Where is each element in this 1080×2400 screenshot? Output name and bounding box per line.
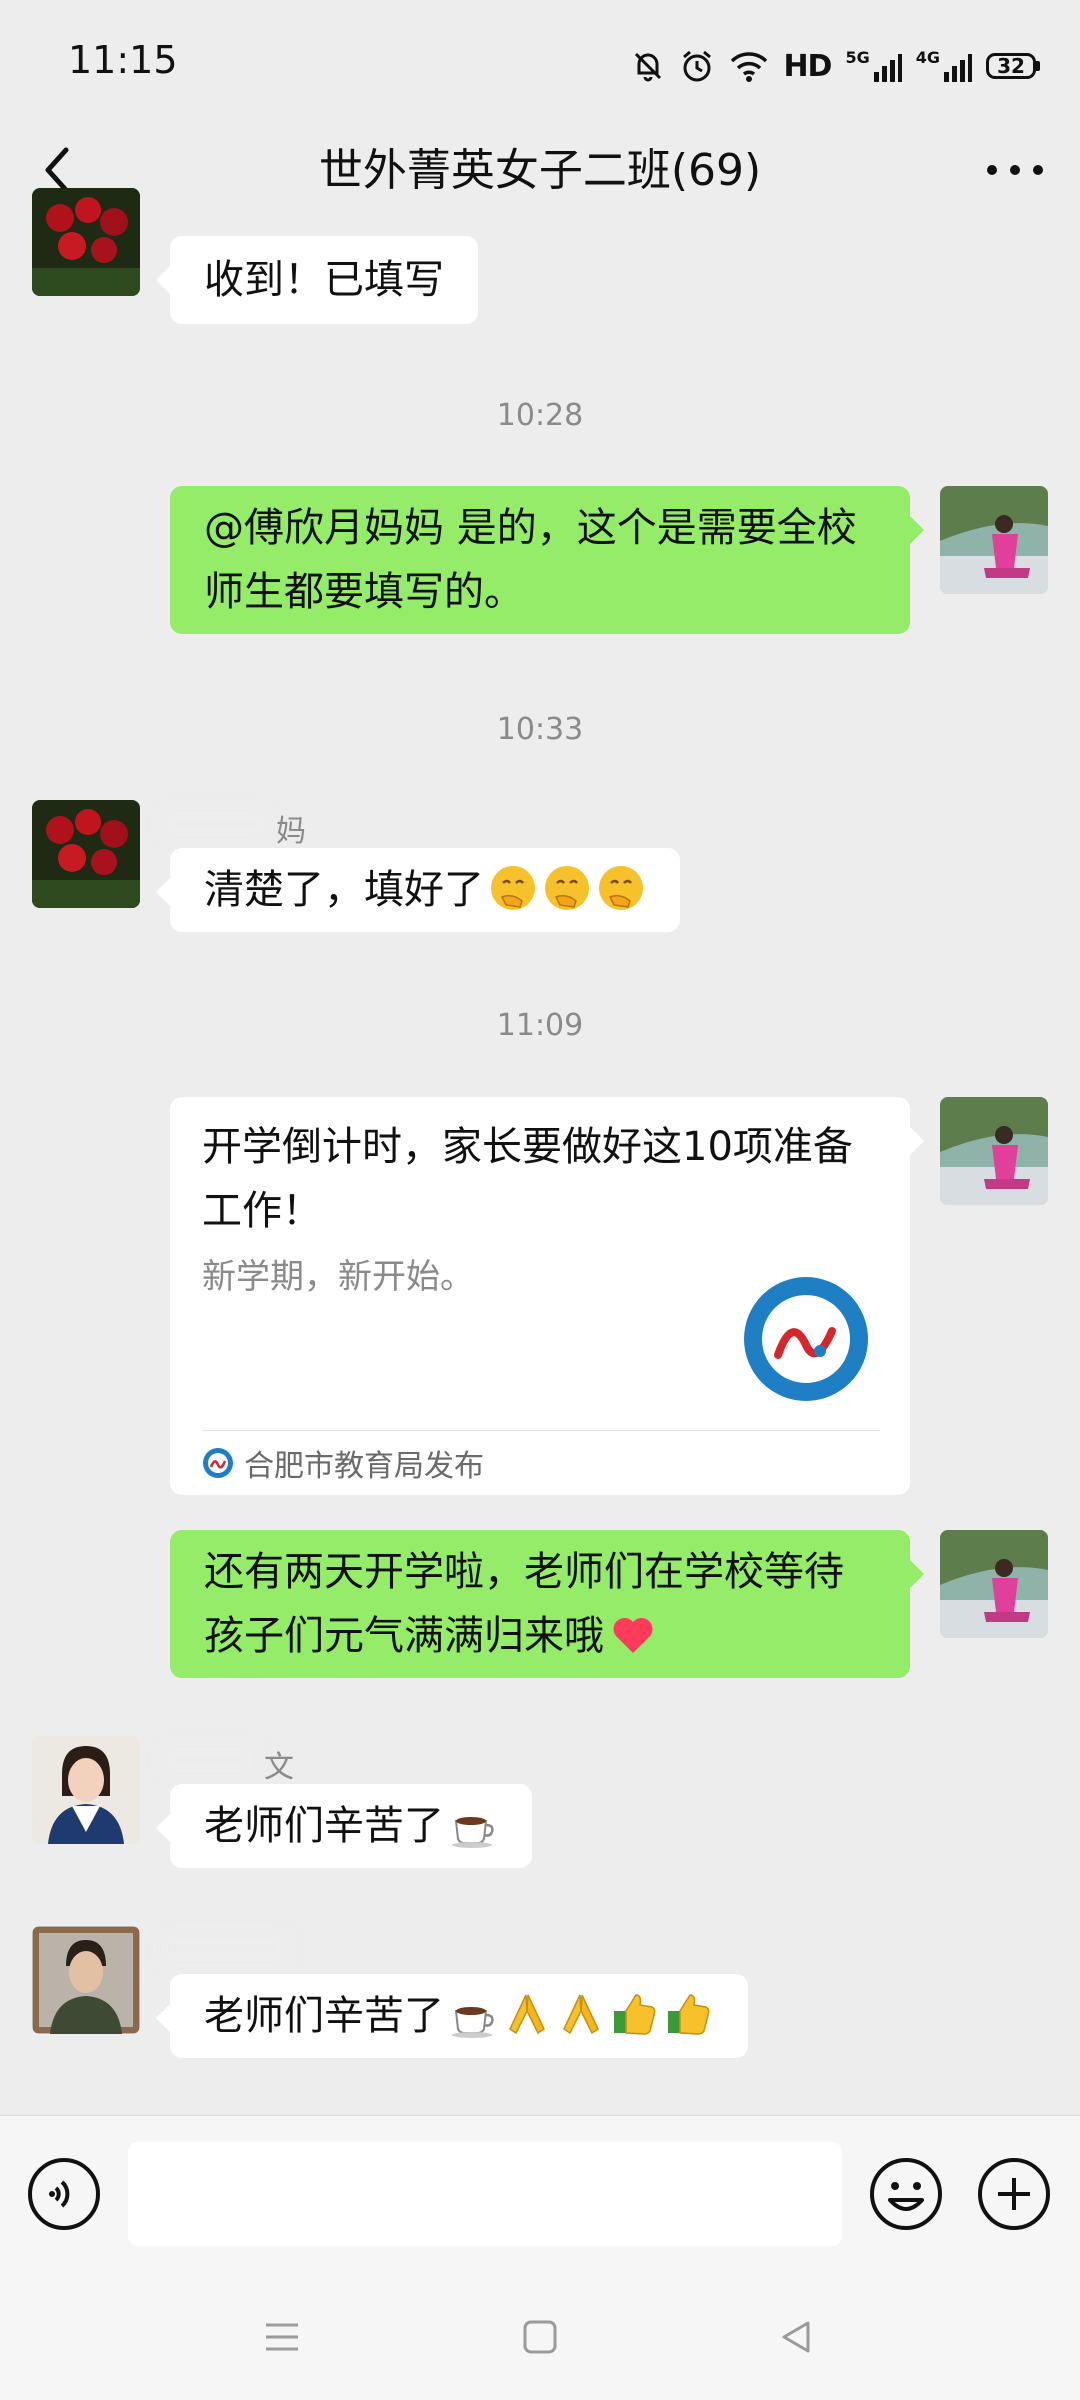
signal-4g-icon: 4G [916,50,972,82]
status-icons: HD 5G 4G 32 [631,40,1040,92]
more-options-icon[interactable] [980,140,1050,200]
chat-title: 世外菁英女子二班(69) [318,145,762,196]
facepalm-smile-emoji [491,866,535,910]
avatar-self[interactable] [940,1530,1048,1638]
message-input[interactable] [128,2142,842,2246]
message-text: 还有两天开学啦，老师们在学校等待孩子们元气满满归来哦 [204,1549,844,1659]
education-bureau-logo [744,1277,868,1401]
facepalm-smile-emoji [545,866,589,910]
battery-level: 32 [986,53,1036,79]
alarm-icon [683,50,712,82]
facepalm-smile-emoji [599,866,643,910]
signal-5g-label: 5G [845,48,870,67]
signal-4g-label: 4G [915,48,940,67]
pray-emoji [509,1994,545,2035]
back-nav-icon[interactable] [776,2317,816,2357]
home-icon[interactable] [520,2317,560,2357]
timestamp: 11:09 [496,1008,584,1043]
blurred-name [160,806,270,842]
timestamp: 10:33 [496,712,584,747]
voice-input-icon[interactable] [26,2156,102,2232]
battery-icon: 32 [986,53,1040,79]
mute-bell-icon [635,52,662,82]
avatar-woman[interactable] [32,1736,140,1844]
card-source-label: 合肥市教育局发布 [244,1449,484,1484]
message-text: 收到！已填写 [204,257,444,303]
message-text: @傅欣月妈妈 是的，这个是需要全校师生都要填写的。 [204,505,857,615]
input-bar [0,2115,1080,2276]
avatar-self[interactable] [940,1097,1048,1205]
message-text: 清楚了，填好了 [204,867,484,913]
link-card[interactable]: 开学倒计时，家长要做好这10项准备工作！ 新学期，新开始。 合肥市教育局发布 [170,1097,924,1495]
status-bar: 11:15 HD 5G 4G 32 [0,0,1080,130]
avatar-rose[interactable] [32,800,140,908]
avatar-rose[interactable] [32,188,140,296]
message-bubble[interactable]: 清楚了，填好了 [156,848,680,932]
chat-header: 世外菁英女子二班(69) [0,120,1080,220]
wifi-icon [731,52,768,82]
coffee-emoji [452,2007,494,2038]
card-divider [202,1430,880,1431]
blurred-name [160,1932,290,1968]
message-text: 老师们辛苦了 [204,1993,444,2039]
message-bubble[interactable]: 收到！已填写 [156,236,478,324]
timestamp: 10:28 [496,398,584,433]
message-bubble[interactable]: 老师们辛苦了 [156,1974,748,2058]
avatar-man[interactable] [32,1926,140,2034]
avatar-self[interactable] [940,486,1048,594]
status-time: 11:15 [68,38,178,82]
message-bubble[interactable]: 老师们辛苦了 [156,1784,532,1868]
sender-name: 文 [264,1750,294,1785]
sender-name: 妈 [276,814,306,849]
plus-icon[interactable] [976,2156,1052,2232]
coffee-emoji [452,1817,494,1848]
signal-5g-icon: 5G [845,48,902,82]
thumbs-up-emoji [668,1994,710,2035]
message-text: 老师们辛苦了 [204,1803,444,1849]
heart-emoji [613,1617,653,1653]
card-title: 开学倒计时，家长要做好这10项准备工作！ [202,1124,853,1234]
pray-emoji [563,1994,599,2035]
emoji-picker-icon[interactable] [868,2156,944,2232]
system-nav-bar [0,2275,1080,2400]
message-bubble[interactable]: 还有两天开学啦，老师们在学校等待孩子们元气满满归来哦 [170,1530,924,1678]
hd-indicator: HD [783,48,832,84]
blurred-name [160,1742,260,1778]
card-description: 新学期，新开始。 [202,1257,474,1297]
message-bubble[interactable]: @傅欣月妈妈 是的，这个是需要全校师生都要填写的。 [170,486,924,634]
thumbs-up-emoji [614,1994,656,2035]
card-source: 合肥市教育局发布 [202,1441,484,1485]
menu-icon[interactable] [262,2317,302,2357]
education-bureau-icon [203,1448,233,1478]
